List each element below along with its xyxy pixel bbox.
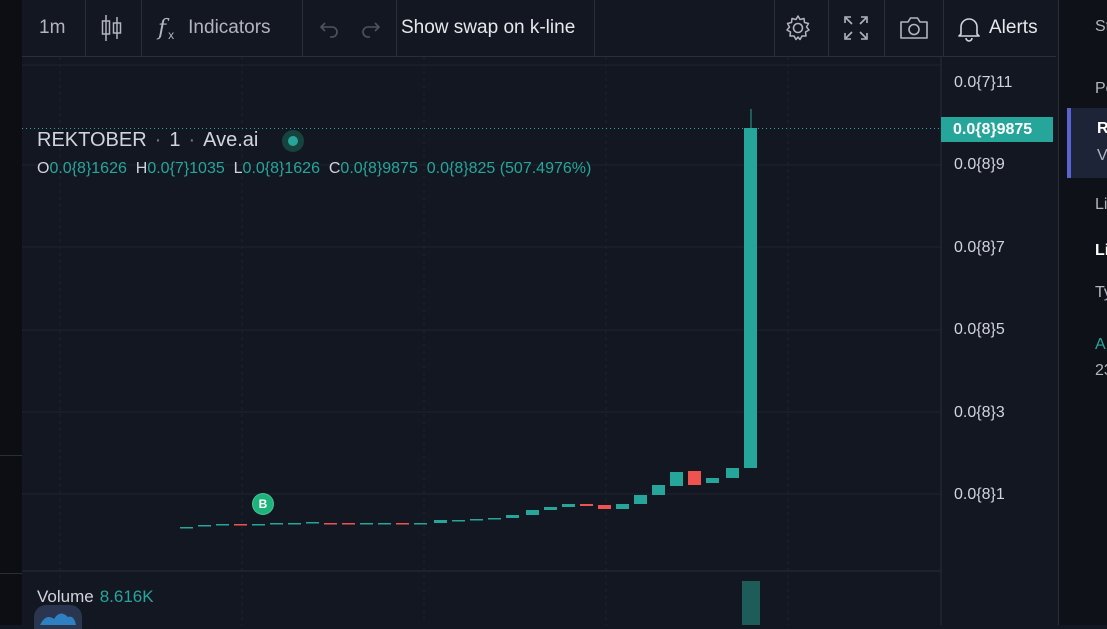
left-strip-divider — [0, 455, 22, 456]
redo-button[interactable] — [360, 0, 382, 56]
panel-row-label: Ty — [1095, 284, 1107, 301]
close-value: 0.0{8}9875 — [340, 160, 418, 177]
ohlc-legend: O0.0{8}1626 H0.0{7}1035 L0.0{8}1626 C0.0… — [37, 160, 591, 178]
candle — [562, 504, 575, 507]
candle — [452, 520, 465, 522]
redo-icon — [362, 22, 381, 38]
left-strip-divider — [0, 573, 22, 574]
settings-button[interactable] — [784, 0, 812, 56]
symbol-legend: REKTOBER · 1 · Ave.ai — [37, 129, 305, 152]
candle — [396, 523, 409, 525]
left-strip — [0, 0, 22, 625]
volume-legend: Volume 8.616K — [37, 587, 154, 607]
candle — [544, 507, 557, 510]
function-x-icon: x — [168, 28, 175, 42]
panel-item-title: R — [1097, 120, 1107, 138]
candle — [216, 524, 229, 526]
candle — [688, 471, 701, 485]
fullscreen-button[interactable] — [842, 0, 870, 56]
change-value: 0.0{8}825 (507.4976%) — [426, 160, 592, 177]
symbol-source: Ave.ai — [203, 129, 259, 151]
indicators-label: Indicators — [188, 17, 271, 38]
panel-active-item[interactable] — [1067, 108, 1107, 178]
candle — [506, 515, 519, 518]
candle — [306, 522, 319, 524]
candle — [180, 527, 193, 529]
yaxis-label: 0.0{7}11 — [954, 74, 1013, 91]
show-swap-toggle[interactable]: Show swap on k-line — [401, 0, 575, 56]
yaxis-label: 0.0{8}7 — [954, 239, 1005, 256]
symbol-interval: 1 — [169, 129, 181, 151]
candle — [670, 472, 683, 486]
low-label: L — [233, 160, 243, 177]
interval-button[interactable]: 1m — [39, 0, 65, 56]
open-value: 0.0{8}1626 — [49, 160, 127, 177]
undo-icon — [319, 22, 338, 38]
volume-label: Volume — [37, 587, 94, 606]
candle — [234, 524, 247, 526]
cloud-logo-icon — [34, 605, 82, 629]
high-label: H — [135, 160, 148, 177]
candle — [744, 128, 757, 468]
chart-area[interactable]: REKTOBER · 1 · Ave.ai O0.0{8}1626 H0.0{7… — [22, 57, 1056, 629]
panel-tab[interactable]: St — [1095, 18, 1107, 36]
candle — [360, 523, 373, 525]
panel-item-subtitle: V — [1097, 147, 1107, 164]
candle — [616, 504, 629, 509]
candle — [378, 523, 391, 525]
chart-toolbar: 1m f x Indicators Show swap on k-line Al… — [22, 0, 1056, 57]
alerts-label: Alerts — [989, 17, 1038, 38]
candle — [598, 505, 611, 509]
candle — [198, 525, 211, 527]
open-label: O — [37, 160, 50, 177]
indicators-button[interactable]: f x Indicators — [158, 0, 271, 56]
candle — [288, 523, 301, 525]
candlestick-type-button[interactable] — [100, 0, 124, 56]
panel-row-label: Li — [1095, 196, 1107, 213]
candle — [706, 478, 719, 483]
high-value: 0.0{7}1035 — [147, 160, 225, 177]
yaxis-label: 0.0{8}1 — [954, 486, 1005, 503]
close-label: C — [328, 160, 341, 177]
yaxis-label: 0.0{8}9 — [954, 156, 1005, 173]
function-icon: f — [158, 15, 167, 41]
volume-value: 8.616K — [99, 587, 154, 606]
candle — [270, 523, 283, 525]
alerts-button[interactable]: Alerts — [955, 0, 1038, 56]
candle — [414, 523, 427, 525]
right-side-panel: St Po R V Li Li Ty A 23 — [1058, 0, 1107, 625]
buy-marker[interactable]: B — [252, 493, 274, 515]
last-price-tag: 0.0{8}9875 — [941, 117, 1053, 142]
yaxis-label: 0.0{8}5 — [954, 321, 1005, 338]
gear-icon — [786, 15, 810, 41]
market-status-icon — [282, 129, 305, 152]
undo-button[interactable] — [318, 0, 340, 56]
bell-icon — [958, 18, 980, 42]
candle — [252, 524, 265, 526]
symbol-name: REKTOBER — [37, 129, 147, 151]
camera-icon — [900, 17, 928, 39]
candle — [342, 523, 355, 525]
screenshot-button[interactable] — [898, 0, 930, 56]
candle — [434, 520, 447, 523]
candle — [652, 485, 665, 495]
candle — [470, 519, 483, 521]
candle — [580, 504, 593, 506]
candle — [488, 518, 501, 520]
volume-bar — [742, 581, 760, 625]
panel-row-label: A — [1095, 336, 1106, 353]
yaxis-label: 0.0{8}3 — [954, 404, 1005, 421]
candle — [526, 510, 539, 515]
candle — [324, 523, 337, 525]
candle — [726, 468, 739, 478]
candle — [634, 495, 647, 504]
panel-row-value: 23 — [1095, 362, 1107, 379]
panel-heading: Po — [1095, 80, 1107, 97]
fullscreen-icon — [844, 16, 868, 40]
candlestick-icon — [101, 15, 122, 41]
low-value: 0.0{8}1626 — [242, 160, 320, 177]
panel-row-label: Li — [1095, 242, 1107, 259]
